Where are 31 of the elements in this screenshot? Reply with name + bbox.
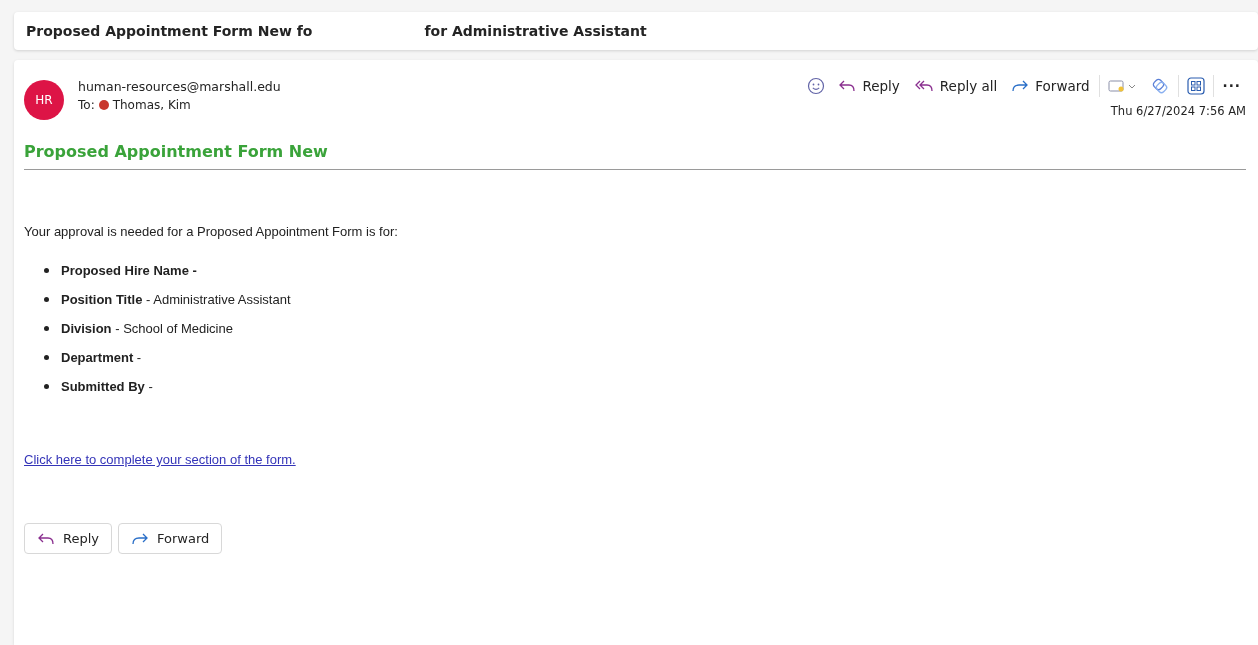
reply-all-icon: [913, 79, 934, 93]
field-text: Proposed Hire Name -: [61, 263, 197, 278]
sender-avatar: HR: [24, 80, 64, 120]
forward-icon: [131, 531, 149, 546]
bullet-icon: [44, 355, 49, 360]
field-text: Division - School of Medicine: [61, 321, 233, 336]
message-heading: Proposed Appointment Form New: [24, 142, 1246, 170]
form-link[interactable]: Click here to complete your section of the form.: [24, 452, 296, 467]
bullet-icon: [44, 326, 49, 331]
message-date: Thu 6/27/2024 7:56 AM: [1110, 104, 1246, 118]
forward-icon: [1011, 79, 1030, 93]
reply-button[interactable]: Reply: [24, 523, 112, 554]
field-text: Department -: [61, 350, 142, 365]
bullet-icon: [44, 384, 49, 389]
recipient-name[interactable]: Thomas, Kim: [112, 98, 191, 112]
more-button[interactable]: ···: [1217, 76, 1246, 96]
email-subject: Proposed Appointment Form New fo: [26, 23, 313, 39]
reply-button[interactable]: Reply: [833, 76, 905, 96]
field-text: Position Title - Administrative Assistant: [61, 292, 291, 307]
forward-button[interactable]: Forward: [118, 523, 223, 554]
sender-address: human-resources@marshall.edu: [78, 79, 281, 94]
reply-icon: [37, 531, 55, 546]
email-subject: for Administrative Assistant: [424, 23, 647, 39]
body-text: Your approval is needed for a Proposed Appointment Form is for:: [24, 224, 399, 239]
field-text: Submitted By -: [61, 379, 153, 394]
to-label: To:: [78, 98, 95, 112]
bullet-icon: [44, 268, 49, 273]
forward-button[interactable]: Forward: [1006, 76, 1095, 96]
reply-all-button[interactable]: Reply all: [908, 76, 1003, 96]
reply-icon: [838, 79, 857, 93]
bullet-icon: [44, 297, 49, 302]
